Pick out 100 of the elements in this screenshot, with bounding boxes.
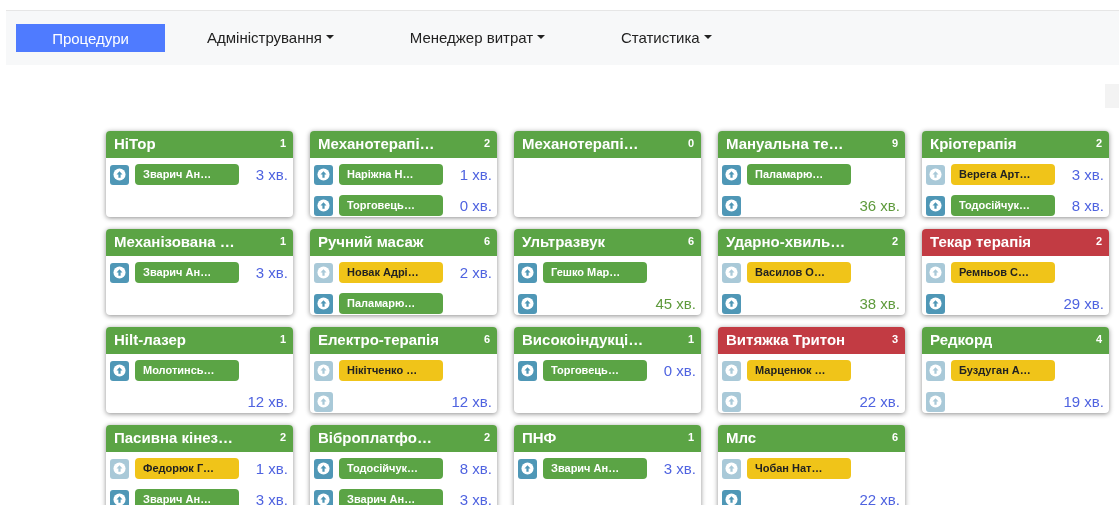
upload-icon[interactable] [722,391,741,412]
patient-chip[interactable]: Паламарю… [339,293,443,314]
queue-count: 2 [891,234,898,249]
patient-chip[interactable]: Торговець… [339,195,443,216]
upload-icon[interactable] [722,164,741,185]
upload-icon[interactable] [518,458,537,479]
upload-icon[interactable] [722,458,741,479]
patient-chip[interactable]: Гешко Мар… [543,262,647,283]
nav-menu[interactable]: Статистика [606,22,726,54]
duration-text: 22 хв. [859,492,900,505]
patient-chip[interactable]: Зварич Ан… [135,262,239,283]
patient-chip[interactable]: Верега Арт… [951,164,1055,185]
upload-icon[interactable] [518,293,537,314]
duration-text: 3 хв. [459,492,492,505]
upload-icon[interactable] [110,262,129,283]
upload-icon[interactable] [722,489,741,505]
upload-icon[interactable] [518,360,537,381]
card-title: Ручний масаж [318,232,424,253]
upload-icon[interactable] [518,262,537,283]
card-title: Ультразвук [522,232,605,253]
queue-count: 2 [1095,136,1102,151]
patient-chip[interactable]: Тодосійчук… [339,458,443,479]
duration-text: 3 хв. [255,167,288,182]
card-title: Мануальна те… [726,134,844,155]
patient-chip[interactable]: Паламарю… [747,164,851,185]
card-title: Текар терапія [930,232,1032,253]
card-title: ПНФ [522,428,557,449]
patient-chip[interactable]: Молотинсь… [135,360,239,381]
card-title: Високоіндукці… [522,330,644,351]
upload-icon[interactable] [722,293,741,314]
upload-icon[interactable] [314,360,333,381]
patient-chip[interactable]: Тодосійчук… [951,195,1055,216]
upload-icon[interactable] [722,195,741,216]
duration-text: 22 хв. [859,394,900,409]
queue-count: 1 [279,136,286,151]
upload-icon[interactable] [110,458,129,479]
upload-icon[interactable] [314,262,333,283]
patient-chip[interactable]: Василов О… [747,262,851,283]
upload-icon[interactable] [110,360,129,381]
queue-count: 2 [483,430,490,445]
queue-count: 6 [891,430,898,445]
duration-text: 8 хв. [459,461,492,476]
upload-icon[interactable] [926,195,945,216]
duration-text: 3 хв. [1071,167,1104,182]
upload-icon[interactable] [314,391,333,412]
duration-text: 12 хв. [247,394,288,409]
duration-text: 1 хв. [255,461,288,476]
patient-chip[interactable]: Федорюк Г… [135,458,239,479]
upload-icon[interactable] [314,164,333,185]
card-title: Hilt-лазер [114,330,186,351]
card-title: Витяжка Тритон [726,330,846,351]
upload-icon[interactable] [314,458,333,479]
card-title: Млс [726,428,757,449]
upload-icon[interactable] [926,262,945,283]
card-title: Механізована … [114,232,235,253]
upload-icon[interactable] [314,489,333,505]
upload-icon[interactable] [926,360,945,381]
patient-chip[interactable]: Чобан Нат… [747,458,851,479]
patient-chip[interactable]: Зварич Ан… [339,489,443,505]
patient-chip[interactable]: Нікітченко … [339,360,443,381]
queue-count: 4 [1095,332,1102,347]
duration-text: 8 хв. [1071,198,1104,213]
card-title: Електро-терапія [318,330,440,351]
patient-chip[interactable]: Марценюк … [747,360,851,381]
queue-count: 9 [891,136,898,151]
card-title: Ударно-хвиль… [726,232,846,253]
card-title: Механотерапі… [318,134,435,155]
queue-count: 6 [483,234,490,249]
nav-menu[interactable]: Адміністрування [193,22,348,54]
upload-icon[interactable] [722,360,741,381]
nav-menu[interactable]: Менеджер витрат [395,22,559,54]
patient-chip[interactable]: Торговець… [543,360,647,381]
nav-tab[interactable]: Процедури [16,24,165,52]
patient-chip[interactable]: Ремньов С… [951,262,1055,283]
duration-text: 0 хв. [663,363,696,378]
queue-count: 0 [687,136,694,151]
upload-icon[interactable] [722,262,741,283]
duration-text: 3 хв. [255,265,288,280]
queue-count: 3 [891,332,898,347]
upload-icon[interactable] [926,293,945,314]
patient-chip[interactable]: Зварич Ан… [135,164,239,185]
duration-text: 3 хв. [663,461,696,476]
duration-text: 38 хв. [859,296,900,311]
patient-chip[interactable]: Новак Адрі… [339,262,443,283]
upload-icon[interactable] [110,489,129,505]
queue-count: 1 [279,332,286,347]
upload-icon[interactable] [314,195,333,216]
patient-chip[interactable]: Зварич Ан… [543,458,647,479]
queue-count: 1 [279,234,286,249]
duration-text: 0 хв. [459,198,492,213]
card-title: НіТор [114,134,156,155]
patient-chip[interactable]: Буздуган А… [951,360,1055,381]
duration-text: 45 хв. [655,296,696,311]
upload-icon[interactable] [926,391,945,412]
duration-text: 19 хв. [1063,394,1104,409]
patient-chip[interactable]: Наріжна Н… [339,164,443,185]
patient-chip[interactable]: Зварич Ан… [135,489,239,505]
upload-icon[interactable] [926,164,945,185]
upload-icon[interactable] [110,164,129,185]
upload-icon[interactable] [314,293,333,314]
